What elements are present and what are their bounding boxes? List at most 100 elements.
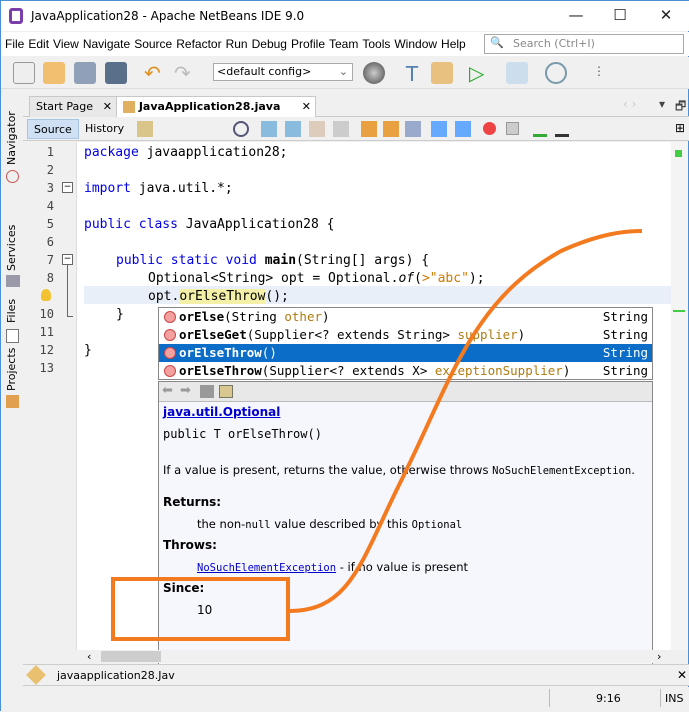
globe-icon[interactable] [363,62,385,84]
completion-item[interactable]: orElseThrow(Supplier<? extends X> except… [159,362,652,380]
java-file-icon [123,101,135,113]
method-icon [164,347,176,359]
divider [660,689,661,707]
close-navbar-icon[interactable]: ✕ [677,668,687,682]
comment-icon[interactable] [533,121,547,137]
completion-item[interactable]: orElse(String other) String [159,308,652,326]
close-tab-icon[interactable]: ✕ [103,100,112,113]
sidebar-navigator[interactable]: Navigator [5,111,18,165]
search-navigation-icons[interactable] [261,121,357,137]
last-edit-icon[interactable] [137,121,153,137]
menu-help[interactable]: Help [441,37,466,51]
code-completion-popup: orElse(String other) String orElseGet(Sup… [158,307,653,380]
show-source-icon[interactable] [200,385,214,398]
scroll-left-icon[interactable]: ‹ [87,650,91,663]
lightbulb-hint-icon[interactable] [41,289,51,301]
navigator-icon [6,170,19,183]
tab-javaapplication28[interactable]: JavaApplication28.java ✕ [116,96,316,117]
fold-toggle-icon[interactable]: − [62,182,73,193]
caret-position: 9:16 [596,692,621,705]
run-icon[interactable]: ▷ [469,62,491,84]
menu-source[interactable]: Source [134,37,172,51]
back-arrow-icon[interactable]: ⬅ [162,384,176,398]
forward-arrow-icon[interactable]: ➡ [180,384,194,398]
completion-item[interactable]: orElseGet(Supplier<? extends String> sup… [159,326,652,344]
save-all-icon[interactable] [105,62,127,84]
menu-navigate[interactable]: Navigate [83,37,130,51]
throws-text: NoSuchElementException - if no value is … [197,560,469,574]
line-number: 8 [46,271,54,285]
menu-profile[interactable]: Profile [291,37,325,51]
code-line-1: package javaapplication28; [84,145,288,160]
menu-window[interactable]: Window [394,37,437,51]
menu-team[interactable]: Team [329,37,358,51]
exception-link[interactable]: NoSuchElementException [197,562,336,574]
undo-icon[interactable]: ↶ [144,62,166,84]
history-button[interactable]: History [79,119,130,139]
fold-toggle-icon[interactable]: − [62,254,73,265]
throws-heading: Throws: [163,538,217,552]
search-icon: 🔍 [490,36,504,49]
editor-toolbar: Source History ⊞ [23,117,689,141]
open-in-browser-icon[interactable] [219,385,233,398]
redo-icon[interactable]: ↷ [174,62,196,84]
minimize-button[interactable]: — [561,6,591,26]
line-number: 13 [39,361,54,375]
menu-file[interactable]: File [5,37,24,51]
split-editor-icon[interactable]: ⊞ [675,121,685,135]
method-icon [164,365,176,377]
error-stripe [671,142,688,650]
navigation-class-label[interactable]: javaapplication28.Jav [57,669,175,682]
find-icon[interactable] [233,121,249,137]
menu-tools[interactable]: Tools [362,37,390,51]
menu-view[interactable]: View [53,37,79,51]
source-button[interactable]: Source [27,119,79,139]
chevron-down-icon: ⌄ [338,65,348,78]
tab-label: JavaApplication28.java [138,100,281,113]
scroll-tabs-left-icon[interactable]: ‹ › [623,97,636,111]
maximize-button[interactable]: ☐ [605,6,635,26]
sidebar-services[interactable]: Services [5,225,18,271]
line-number: 5 [46,217,54,231]
scroll-right-icon[interactable]: › [657,650,661,663]
menu-edit[interactable]: Edit [28,37,49,51]
overflow-chevron-icon[interactable]: ⋮ [593,64,605,78]
netbeans-logo-icon [9,8,23,24]
menu-debug[interactable]: Debug [252,37,287,51]
bookmark-icons[interactable] [361,121,421,137]
line-number: 11 [39,325,54,339]
code-line-9: opt.orElseThrow(); [148,289,289,304]
navigation-bar: javaapplication28.Jav ✕ [23,664,689,686]
horizontal-scrollbar[interactable]: ‹ › [77,650,671,663]
line-number: 6 [46,235,54,249]
menu-refactor[interactable]: Refactor [176,37,221,51]
sidebar-files[interactable]: Files [5,299,18,323]
close-button[interactable]: ✕ [651,6,681,26]
build-hammer-icon[interactable]: T [401,62,423,86]
description: If a value is present, returns the value… [163,463,635,477]
shift-line-icons[interactable] [431,121,471,137]
class-link[interactable]: java.util.Optional [163,405,280,419]
close-tab-icon[interactable]: ✕ [302,100,311,113]
open-project-icon[interactable] [74,62,96,84]
stop-macro-icon[interactable] [506,122,519,135]
sidebar-projects[interactable]: Projects [5,348,18,391]
line-number: 4 [46,199,54,213]
debug-icon[interactable] [506,62,528,84]
new-project-icon[interactable] [43,62,65,84]
record-macro-icon[interactable] [483,122,496,135]
uncomment-icon[interactable] [555,121,569,137]
profile-icon[interactable] [545,62,567,84]
tab-list-icon[interactable]: ▾ [659,97,665,111]
scrollbar-thumb[interactable] [101,651,161,662]
completion-item-selected[interactable]: orElseThrow() String [159,344,652,362]
tab-start-page[interactable]: Start Page ✕ [29,96,117,117]
menu-run[interactable]: Run [226,37,248,51]
insert-mode: INS [665,692,684,705]
new-file-icon[interactable] [13,62,35,84]
search-input[interactable]: 🔍 Search (Ctrl+I) [484,34,684,54]
clean-build-icon[interactable] [431,62,453,84]
services-icon [6,275,20,287]
config-select[interactable]: <default config> ⌄ [213,63,353,81]
maximize-window-icon[interactable]: 🗗 [675,97,686,118]
